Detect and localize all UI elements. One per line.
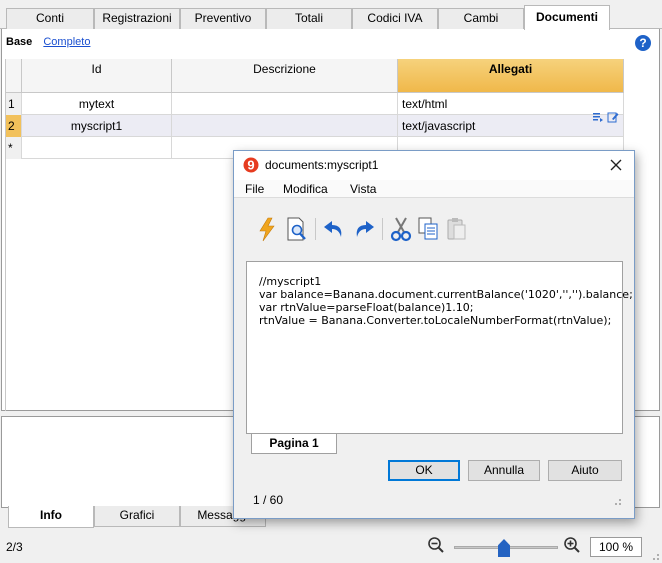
edit-icon[interactable]	[607, 111, 619, 123]
annulla-button[interactable]: Annulla	[468, 460, 540, 481]
menu-vista[interactable]: Vista	[350, 182, 376, 196]
redo-icon[interactable]	[351, 215, 377, 243]
record-position: 2/3	[6, 540, 23, 554]
cell-id[interactable]	[22, 137, 172, 159]
column-header-id[interactable]: Id	[22, 59, 172, 93]
app-logo-icon: 9	[243, 157, 259, 173]
column-header-descrizione[interactable]: Descrizione	[172, 59, 398, 93]
tab-grafici[interactable]: Grafici	[94, 506, 180, 527]
cell-id[interactable]: mytext	[22, 93, 172, 115]
tab-info[interactable]: Info	[8, 506, 94, 528]
tab-pagina-1[interactable]: Pagina 1	[251, 434, 337, 454]
script-editor[interactable]: //myscript1 var balance=Banana.document.…	[246, 261, 633, 434]
script-editor-dialog: 9 documents:myscript1 File Modifica Vist…	[233, 150, 635, 519]
dialog-menu-bar: File Modifica Vista	[234, 180, 634, 198]
table-row[interactable]: 1 mytext text/html	[6, 93, 624, 115]
row-number-header	[6, 59, 22, 93]
cell-allegati[interactable]: text/html	[398, 93, 624, 115]
toolbar-separator	[315, 218, 316, 240]
toolbar-separator	[382, 218, 383, 240]
document-list-icon[interactable]	[592, 111, 604, 123]
paste-icon[interactable]	[444, 215, 470, 243]
zoom-slider-thumb[interactable]	[498, 539, 510, 557]
aiuto-button[interactable]: Aiuto	[548, 460, 622, 481]
tab-totali[interactable]: Totali	[266, 8, 352, 29]
view-base[interactable]: Base	[6, 36, 32, 48]
tab-documenti[interactable]: Documenti	[524, 5, 610, 30]
zoom-level-field[interactable]: 100 %	[590, 537, 642, 557]
cell-descrizione[interactable]	[172, 115, 398, 137]
row-number: 1	[6, 93, 22, 115]
dialog-title: documents:myscript1	[265, 158, 379, 172]
cell-allegati[interactable]: text/javascript	[398, 115, 624, 137]
tab-conti[interactable]: Conti	[6, 8, 94, 29]
print-preview-icon[interactable]	[284, 215, 310, 243]
tab-cambi[interactable]: Cambi	[438, 8, 524, 29]
run-lightning-icon[interactable]	[254, 215, 280, 243]
tab-preventivo[interactable]: Preventivo	[180, 8, 266, 29]
help-icon[interactable]: ?	[635, 35, 651, 51]
tab-registrazioni[interactable]: Registrazioni	[94, 8, 180, 29]
view-completo-link[interactable]: Completo	[43, 36, 90, 48]
menu-modifica[interactable]: Modifica	[283, 182, 328, 196]
resize-grip-icon[interactable]	[650, 551, 660, 561]
dialog-title-bar[interactable]: 9 documents:myscript1	[234, 151, 634, 180]
column-header-allegati[interactable]: Allegati	[398, 59, 624, 93]
table-row-selected[interactable]: 2 myscript1 text/javascript	[6, 115, 624, 137]
cell-id[interactable]: myscript1	[22, 115, 172, 137]
cursor-position: 1 / 60	[253, 493, 284, 507]
top-tab-bar: Conti Registrazioni Preventivo Totali Co…	[0, 0, 662, 30]
dialog-resize-grip-icon[interactable]	[612, 496, 622, 506]
attachment-actions	[592, 111, 620, 125]
ok-button[interactable]: OK	[388, 460, 460, 481]
menu-file[interactable]: File	[245, 182, 264, 196]
tab-codici-iva[interactable]: Codici IVA	[352, 8, 438, 29]
cut-scissors-icon[interactable]	[388, 215, 414, 243]
cell-descrizione[interactable]	[172, 93, 398, 115]
zoom-in-icon[interactable]	[563, 536, 581, 554]
view-selector: Base Completo	[6, 36, 90, 48]
zoom-out-icon[interactable]	[427, 536, 445, 554]
copy-icon[interactable]	[416, 215, 442, 243]
svg-text:9: 9	[247, 158, 254, 173]
row-number: *	[6, 137, 22, 159]
close-icon[interactable]	[606, 155, 626, 175]
undo-icon[interactable]	[321, 215, 347, 243]
row-number: 2	[6, 115, 22, 137]
